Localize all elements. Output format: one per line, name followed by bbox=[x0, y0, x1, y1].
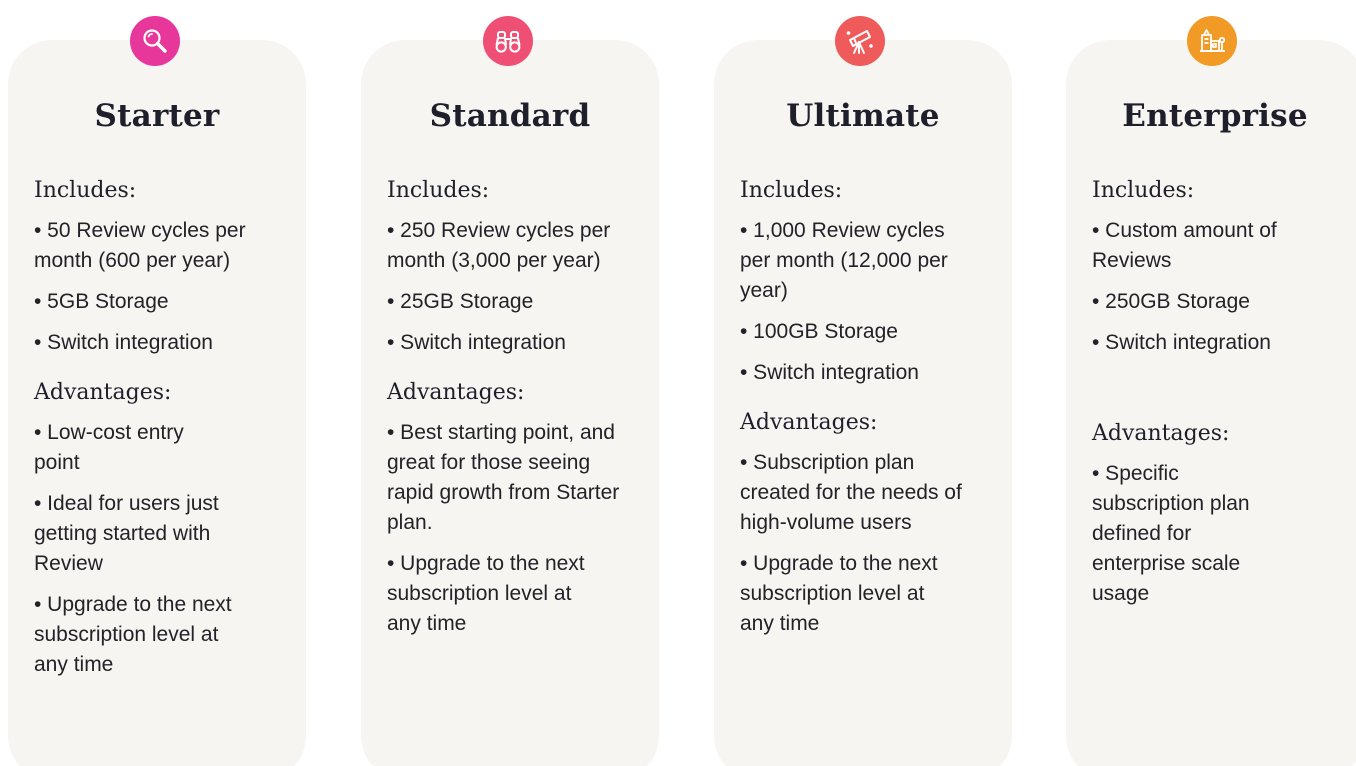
includes-heading: Includes: bbox=[1092, 178, 1195, 203]
includes-item: • Switch integration bbox=[34, 331, 213, 354]
plan-details-standard: Includes: • 250 Review cycles per month … bbox=[387, 176, 627, 650]
includes-item: • Custom amount of Reviews bbox=[1092, 219, 1277, 272]
telescope-icon bbox=[835, 16, 885, 66]
includes-heading: Includes: bbox=[34, 178, 137, 203]
plan-title-enterprise: Enterprise bbox=[1122, 98, 1308, 134]
advantages-heading: Advantages: bbox=[1092, 421, 1230, 446]
advantages-item: • Low-cost entry point bbox=[34, 421, 184, 474]
includes-item: • Switch integration bbox=[1092, 331, 1271, 354]
includes-item: • 250GB Storage bbox=[1092, 290, 1250, 313]
advantages-heading: Advantages: bbox=[34, 380, 172, 405]
pricing-plans: Starter Includes: • 50 Review cycles per… bbox=[0, 0, 1356, 766]
advantages-heading: Advantages: bbox=[740, 410, 878, 435]
plan-title-ultimate: Ultimate bbox=[786, 98, 940, 134]
advantages-item: • Upgrade to the next subscription level… bbox=[387, 552, 585, 635]
magnifier-icon bbox=[130, 16, 180, 66]
includes-heading: Includes: bbox=[740, 178, 843, 203]
includes-item: • 250 Review cycles per month (3,000 per… bbox=[387, 219, 611, 272]
includes-item: • 25GB Storage bbox=[387, 290, 534, 313]
plan-title-standard: Standard bbox=[429, 98, 591, 134]
includes-item: • 100GB Storage bbox=[740, 320, 898, 343]
advantages-item: • Specific subscription plan defined for… bbox=[1092, 462, 1250, 605]
binoculars-icon bbox=[483, 16, 533, 66]
plan-details-enterprise: Includes: • Custom amount of Reviews • 2… bbox=[1092, 176, 1332, 620]
advantages-item: • Ideal for users just getting started w… bbox=[34, 492, 219, 575]
advantages-item: • Subscription plan created for the need… bbox=[740, 451, 962, 534]
advantages-item: • Upgrade to the next subscription level… bbox=[740, 552, 938, 635]
buildings-icon bbox=[1187, 16, 1237, 66]
includes-item: • 5GB Storage bbox=[34, 290, 169, 313]
advantages-item: • Best starting point, and great for tho… bbox=[387, 421, 620, 534]
advantages-item: • Upgrade to the next subscription level… bbox=[34, 593, 232, 676]
includes-item: • 1,000 Review cycles per month (12,000 … bbox=[740, 219, 948, 302]
includes-item: • Switch integration bbox=[387, 331, 566, 354]
advantages-heading: Advantages: bbox=[387, 380, 525, 405]
plan-details-starter: Includes: • 50 Review cycles per month (… bbox=[34, 176, 274, 691]
plan-title-starter: Starter bbox=[94, 98, 220, 134]
includes-heading: Includes: bbox=[387, 178, 490, 203]
includes-item: • 50 Review cycles per month (600 per ye… bbox=[34, 219, 246, 272]
plan-details-ultimate: Includes: • 1,000 Review cycles per mont… bbox=[740, 176, 980, 650]
includes-item: • Switch integration bbox=[740, 361, 919, 384]
